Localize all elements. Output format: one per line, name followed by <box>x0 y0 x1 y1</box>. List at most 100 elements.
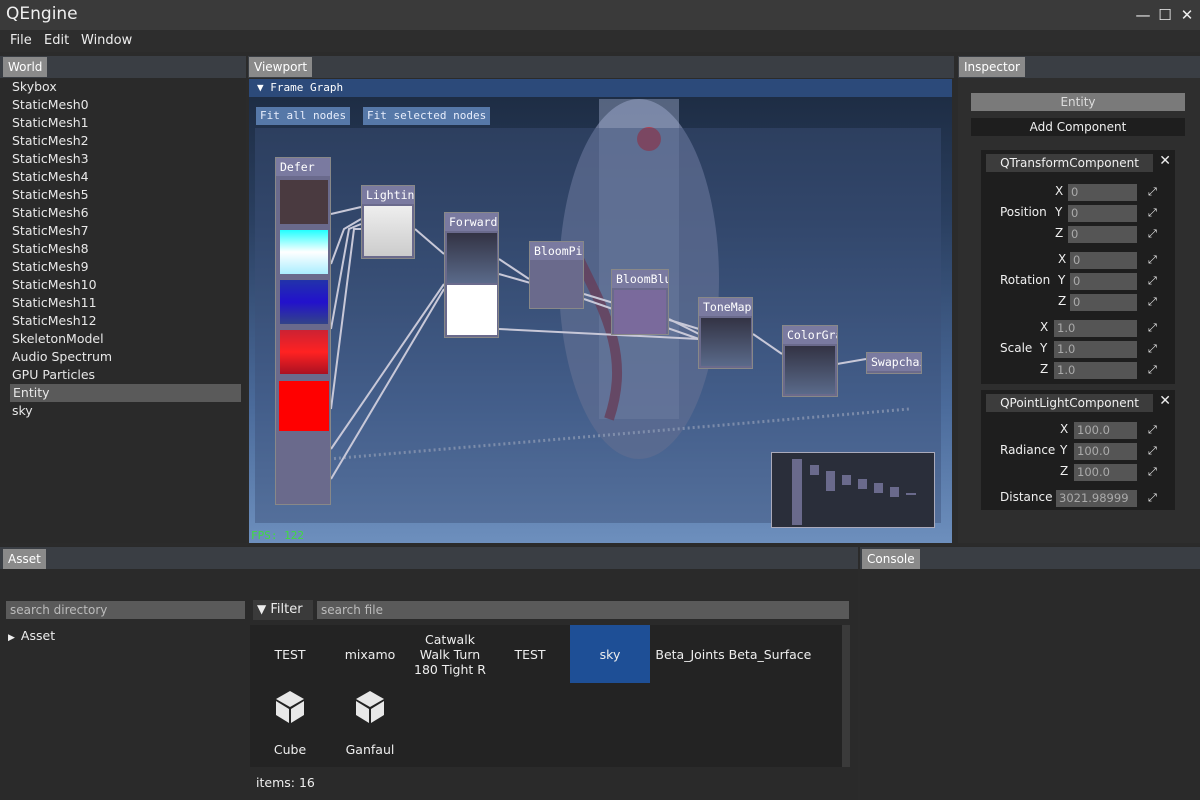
search-directory-input[interactable]: search directory <box>6 601 245 619</box>
console-panel <box>860 546 1200 800</box>
world-item[interactable]: StaticMesh1 <box>12 114 89 132</box>
asset-item[interactable]: TEST <box>250 625 330 683</box>
world-item[interactable]: StaticMesh0 <box>12 96 89 114</box>
expand-icon[interactable]: ⤢ <box>1148 466 1160 478</box>
asset-scrollbar[interactable] <box>842 625 850 767</box>
rotation-z-field[interactable]: 0 <box>1070 294 1137 311</box>
rotation-y-label: Y <box>1058 273 1066 287</box>
asset-item[interactable]: Beta_Surface <box>729 625 812 683</box>
world-item[interactable]: sky <box>12 402 33 420</box>
minimize-button[interactable]: — <box>1134 6 1152 24</box>
node-title: BloomBlu <box>612 270 668 288</box>
tab-asset[interactable]: Asset <box>3 549 46 569</box>
radiance-z-field[interactable]: 100.0 <box>1074 464 1137 481</box>
radiance-x-field[interactable]: 100.0 <box>1074 422 1137 439</box>
node-colorgra[interactable]: ColorGra <box>782 325 838 397</box>
asset-item-label: mixamo <box>344 646 396 662</box>
asset-item[interactable]: Ganfaul <box>330 685 410 765</box>
menu-bar: File Edit Window <box>0 30 1200 52</box>
search-file-input[interactable]: search file <box>317 601 849 619</box>
world-item[interactable]: StaticMesh6 <box>12 204 89 222</box>
world-item[interactable]: StaticMesh5 <box>12 186 89 204</box>
transform-component-title[interactable]: QTransformComponent <box>986 154 1153 172</box>
expand-icon[interactable]: ⤢ <box>1148 322 1160 334</box>
world-item[interactable]: StaticMesh2 <box>12 132 89 150</box>
node-forward[interactable]: Forward <box>444 212 499 338</box>
tab-inspector[interactable]: Inspector <box>959 57 1025 77</box>
asset-item-label: sky <box>599 646 621 662</box>
close-icon[interactable]: ✕ <box>1159 393 1171 409</box>
expand-icon[interactable]: ⤢ <box>1148 275 1160 287</box>
world-item[interactable]: StaticMesh12 <box>12 312 97 330</box>
asset-tabbar <box>0 547 858 569</box>
tab-viewport[interactable]: Viewport <box>249 57 313 77</box>
thumb-lighting <box>364 206 412 256</box>
position-y-field[interactable]: 0 <box>1068 205 1137 222</box>
world-item[interactable]: StaticMesh7 <box>12 222 89 240</box>
maximize-button[interactable]: ☐ <box>1156 6 1174 24</box>
expand-icon[interactable]: ⤢ <box>1148 343 1160 355</box>
pointlight-component-title[interactable]: QPointLightComponent <box>986 394 1153 412</box>
expand-icon[interactable]: ⤢ <box>1148 424 1160 436</box>
expand-icon[interactable]: ⤢ <box>1148 186 1160 198</box>
close-button[interactable]: ✕ <box>1178 6 1196 24</box>
asset-item[interactable]: Beta_Joints <box>650 625 730 683</box>
frame-graph-minimap[interactable] <box>771 452 935 528</box>
node-bloomblu[interactable]: BloomBlu <box>611 269 669 335</box>
asset-item[interactable]: mixamo <box>330 625 410 683</box>
distance-field[interactable]: 3021.98999 <box>1056 490 1137 507</box>
node-swapchai[interactable]: Swapchai <box>866 352 922 374</box>
expand-icon[interactable]: ⤢ <box>1148 228 1160 240</box>
rotation-y-field[interactable]: 0 <box>1070 273 1137 290</box>
world-item[interactable]: Entity <box>10 384 241 402</box>
asset-item[interactable]: sky <box>570 625 650 683</box>
node-lighting[interactable]: Lighting <box>361 185 415 259</box>
position-z-field[interactable]: 0 <box>1068 226 1137 243</box>
filter-button[interactable]: ▼ Filter <box>253 600 313 620</box>
add-component-button[interactable]: Add Component <box>971 118 1185 136</box>
node-title: Defer <box>276 158 330 176</box>
world-item[interactable]: SkeletonModel <box>12 330 104 348</box>
expand-icon[interactable]: ⤢ <box>1148 296 1160 308</box>
world-item[interactable]: StaticMesh10 <box>12 276 97 294</box>
asset-item[interactable]: Catwalk Walk Turn 180 Tight R <box>410 625 490 683</box>
world-item[interactable]: StaticMesh8 <box>12 240 89 258</box>
world-item[interactable]: Audio Spectrum <box>12 348 112 366</box>
expand-icon[interactable]: ⤢ <box>1148 207 1160 219</box>
node-defer[interactable]: Defer <box>275 157 331 505</box>
asset-tree-root[interactable]: ▶ Asset <box>8 628 55 643</box>
scale-x-field[interactable]: 1.0 <box>1054 320 1137 337</box>
menu-edit[interactable]: Edit <box>44 33 69 48</box>
cube-icon <box>276 691 304 723</box>
world-item[interactable]: Skybox <box>12 78 57 96</box>
node-bloompix[interactable]: BloomPix <box>529 241 584 309</box>
expand-icon[interactable]: ⤢ <box>1148 445 1160 457</box>
scale-y-field[interactable]: 1.0 <box>1054 341 1137 358</box>
viewport[interactable]: ▼ Frame Graph Fit all nodes Fit selected… <box>249 79 952 543</box>
world-item[interactable]: GPU Particles <box>12 366 95 384</box>
world-item[interactable]: StaticMesh9 <box>12 258 89 276</box>
world-item[interactable]: StaticMesh4 <box>12 168 89 186</box>
minimap-node <box>842 475 851 485</box>
expand-icon[interactable]: ⤢ <box>1148 492 1160 504</box>
radiance-y-field[interactable]: 100.0 <box>1074 443 1137 460</box>
thumb-depth <box>279 381 329 431</box>
entity-name-field[interactable]: Entity <box>971 93 1185 111</box>
scale-z-field[interactable]: 1.0 <box>1054 362 1137 379</box>
node-tonemapp[interactable]: ToneMapp <box>698 297 753 369</box>
world-item[interactable]: StaticMesh3 <box>12 150 89 168</box>
close-icon[interactable]: ✕ <box>1159 153 1171 169</box>
menu-window[interactable]: Window <box>81 33 132 48</box>
tab-console[interactable]: Console <box>862 549 920 569</box>
tab-world[interactable]: World <box>3 57 48 77</box>
position-x-field[interactable]: 0 <box>1068 184 1137 201</box>
menu-file[interactable]: File <box>10 33 32 48</box>
rotation-x-field[interactable]: 0 <box>1070 252 1137 269</box>
expand-icon[interactable]: ⤢ <box>1148 364 1160 376</box>
chevron-right-icon: ▶ <box>8 633 15 643</box>
asset-item[interactable]: TEST <box>490 625 570 683</box>
cube-icon <box>356 691 384 723</box>
world-item[interactable]: StaticMesh11 <box>12 294 97 312</box>
asset-item[interactable]: Cube <box>250 685 330 765</box>
expand-icon[interactable]: ⤢ <box>1148 254 1160 266</box>
